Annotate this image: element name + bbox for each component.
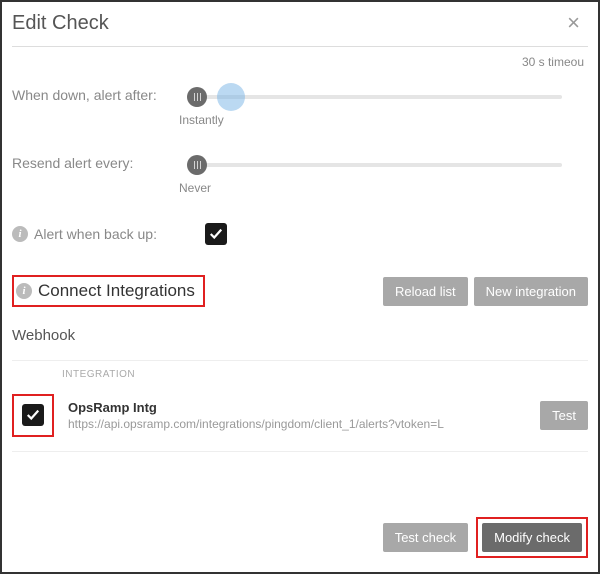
integrations-buttons: Reload list New integration (383, 277, 588, 306)
test-check-button[interactable]: Test check (383, 523, 468, 552)
slider-ghost-icon (217, 83, 245, 111)
modify-check-button[interactable]: Modify check (482, 523, 582, 552)
alert-after-row: When down, alert after: Instantly (12, 87, 588, 127)
info-icon: i (16, 283, 32, 299)
check-icon (26, 408, 40, 422)
alert-after-control: Instantly (167, 87, 588, 127)
integration-details: OpsRamp Intg https://api.opsramp.com/int… (68, 400, 540, 431)
integration-checkbox[interactable] (22, 404, 44, 426)
alert-backup-row: i Alert when back up: (12, 223, 588, 245)
resend-row: Resend alert every: Never (12, 155, 588, 195)
close-button[interactable]: × (563, 10, 584, 36)
modal-footer: Test check Modify check (2, 503, 598, 572)
integration-name: OpsRamp Intg (68, 400, 540, 415)
integration-checkbox-highlight (12, 394, 54, 437)
integrations-header: i Connect Integrations Reload list New i… (12, 275, 588, 307)
reload-list-button[interactable]: Reload list (383, 277, 468, 306)
alert-after-slider-handle[interactable] (187, 87, 207, 107)
alert-backup-label: Alert when back up: (34, 226, 157, 242)
alert-after-slider-track[interactable] (197, 95, 562, 99)
modal-header: Edit Check × (2, 2, 598, 40)
timeout-label: 30 s timeou (12, 55, 588, 69)
integration-column-header: INTEGRATION (62, 369, 588, 380)
modify-check-highlight: Modify check (476, 517, 588, 558)
alert-backup-checkbox[interactable] (205, 223, 227, 245)
resend-slider-track[interactable] (197, 163, 562, 167)
divider (12, 46, 588, 47)
integrations-title-highlight: i Connect Integrations (12, 275, 205, 307)
resend-slider-handle[interactable] (187, 155, 207, 175)
info-icon: i (12, 226, 28, 242)
modal-title: Edit Check (12, 12, 109, 35)
alert-after-value: Instantly (179, 113, 224, 127)
alert-after-label: When down, alert after: (12, 87, 167, 103)
resend-value: Never (179, 181, 211, 195)
new-integration-button[interactable]: New integration (474, 277, 588, 306)
divider (12, 451, 588, 452)
webhook-title: Webhook (12, 327, 588, 344)
resend-label: Resend alert every: (12, 155, 167, 171)
divider (12, 360, 588, 361)
resend-control: Never (167, 155, 588, 195)
integrations-title: Connect Integrations (38, 281, 195, 301)
check-icon (209, 227, 223, 241)
edit-check-modal: Edit Check × 30 s timeou When down, aler… (2, 2, 598, 572)
integration-row: OpsRamp Intg https://api.opsramp.com/int… (12, 390, 588, 451)
modal-body: 30 s timeou When down, alert after: Inst… (2, 40, 598, 503)
integration-url: https://api.opsramp.com/integrations/pin… (68, 417, 540, 431)
test-integration-button[interactable]: Test (540, 401, 588, 430)
